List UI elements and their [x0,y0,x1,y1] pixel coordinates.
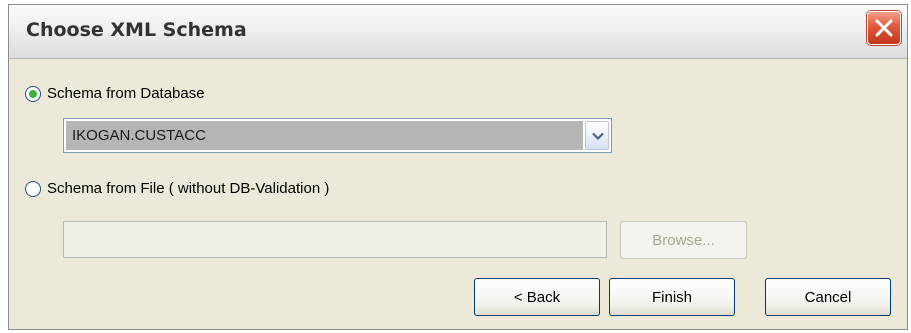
schema-from-file-label: Schema from File ( without DB-Validation… [47,180,330,197]
browse-button[interactable]: Browse... [620,221,747,259]
schema-select-value: IKOGAN.CUSTACC [66,121,583,150]
chevron-down-icon [592,132,604,141]
schema-file-path-input[interactable] [63,221,607,258]
schema-from-database-label: Schema from Database [47,85,205,102]
schema-select[interactable]: IKOGAN.CUSTACC [63,118,612,153]
close-icon [875,19,893,37]
back-button[interactable]: < Back [474,278,600,316]
choose-xml-schema-dialog: Choose XML Schema Schema from Database I… [8,4,908,330]
close-button[interactable] [867,11,901,45]
title-bar: Choose XML Schema [9,5,907,59]
finish-button[interactable]: Finish [609,278,735,316]
schema-from-database-option[interactable]: Schema from Database [25,85,205,102]
schema-select-dropdown-button[interactable] [585,121,609,150]
schema-from-file-radio[interactable] [25,180,41,197]
dialog-title: Choose XML Schema [26,19,247,41]
schema-from-file-option[interactable]: Schema from File ( without DB-Validation… [25,180,329,197]
schema-from-database-radio[interactable] [25,85,41,102]
cancel-button[interactable]: Cancel [765,278,891,316]
